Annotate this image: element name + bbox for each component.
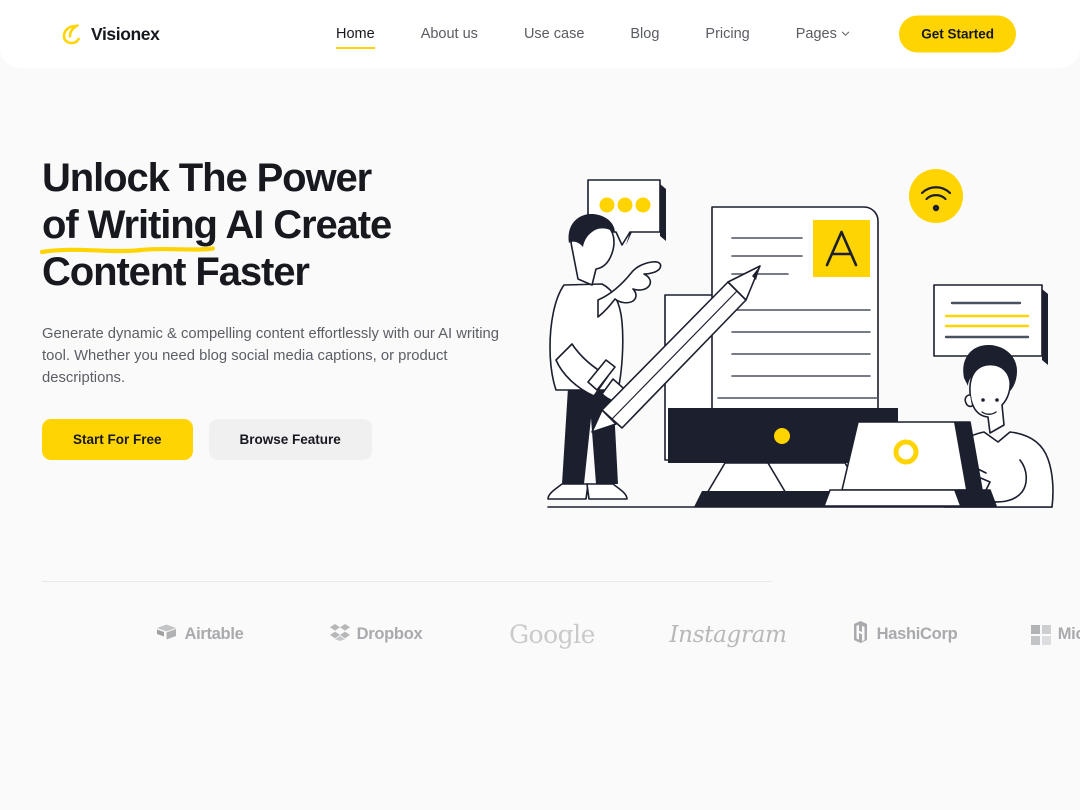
hero-paragraph: Generate dynamic & compelling content ef… xyxy=(42,326,500,386)
nav-item-pages[interactable]: Pages xyxy=(773,22,873,46)
partner-logo-instagram: Instagram xyxy=(640,622,816,648)
nav-label: Home xyxy=(336,26,375,42)
page-root: Visionex Home About us Use case Blog Pri… xyxy=(0,0,1080,810)
partner-logo-label: Microsoft xyxy=(1057,625,1080,643)
site-header: Visionex Home About us Use case Blog Pri… xyxy=(0,0,1080,68)
browse-feature-button[interactable]: Browse Feature xyxy=(208,419,372,461)
headline-line-2-rest: AI Create xyxy=(216,203,392,247)
partner-logo-label: Instagram xyxy=(669,621,787,648)
ai-writing-illustration xyxy=(540,160,1060,515)
main-nav: Home About us Use case Blog Pricing Page… xyxy=(313,22,873,49)
nav-item-use-case[interactable]: Use case xyxy=(501,22,607,46)
hero-cta-row: Start For Free Browse Feature xyxy=(42,419,582,461)
headline-line-1: Unlock The Power xyxy=(42,156,372,200)
nav-label: Blog xyxy=(630,26,660,42)
dropbox-icon xyxy=(329,623,350,646)
partner-logo-label: Airtable xyxy=(184,625,244,643)
partner-logo-label: Google xyxy=(509,620,595,649)
page-title: Unlock The Power of Writing AI Create Co… xyxy=(39,155,582,296)
partner-logo-airtable: Airtable xyxy=(112,623,288,646)
brand-name: Visionex xyxy=(91,23,160,44)
chevron-down-icon xyxy=(841,26,850,42)
headline-line-3: Content Faster xyxy=(42,250,310,294)
hero-copy: Unlock The Power of Writing AI Create Co… xyxy=(39,155,582,461)
nav-item-home[interactable]: Home xyxy=(313,22,398,49)
brand-logo-link[interactable]: Visionex xyxy=(58,19,160,49)
nav-label: Pricing xyxy=(705,26,750,42)
partner-logo-hashicorp: HashiCorp xyxy=(816,621,992,648)
partner-logo-google: Google xyxy=(464,620,640,649)
headline-underlined-phrase: of Writing xyxy=(39,202,218,255)
microsoft-grid-icon xyxy=(1030,624,1051,645)
get-started-button[interactable]: Get Started xyxy=(899,15,1016,53)
hashicorp-icon xyxy=(851,621,870,648)
nav-label: About us xyxy=(420,26,478,42)
nav-item-blog[interactable]: Blog xyxy=(607,22,682,46)
partner-logo-label: HashiCorp xyxy=(876,625,958,643)
partner-logo-microsoft: Microsoft xyxy=(992,624,1080,645)
nav-label: Use case xyxy=(523,26,585,42)
airtable-icon xyxy=(156,623,177,646)
partner-logo-dropbox: Dropbox xyxy=(288,623,464,646)
headline-line-2: of Writing AI Create xyxy=(39,202,582,255)
partner-logo-strip: Airtable Dropbox Google Instagram HashiC… xyxy=(112,612,1080,657)
nav-item-pricing[interactable]: Pricing xyxy=(682,22,772,46)
partner-logo-label: Dropbox xyxy=(356,625,423,643)
cloud-swoosh-icon xyxy=(58,19,88,49)
nav-label: Pages xyxy=(795,26,837,42)
start-for-free-button[interactable]: Start For Free xyxy=(42,419,193,461)
nav-item-about-us[interactable]: About us xyxy=(398,22,501,46)
section-divider xyxy=(42,581,772,582)
headline-underlined-text: of Writing xyxy=(42,203,218,247)
